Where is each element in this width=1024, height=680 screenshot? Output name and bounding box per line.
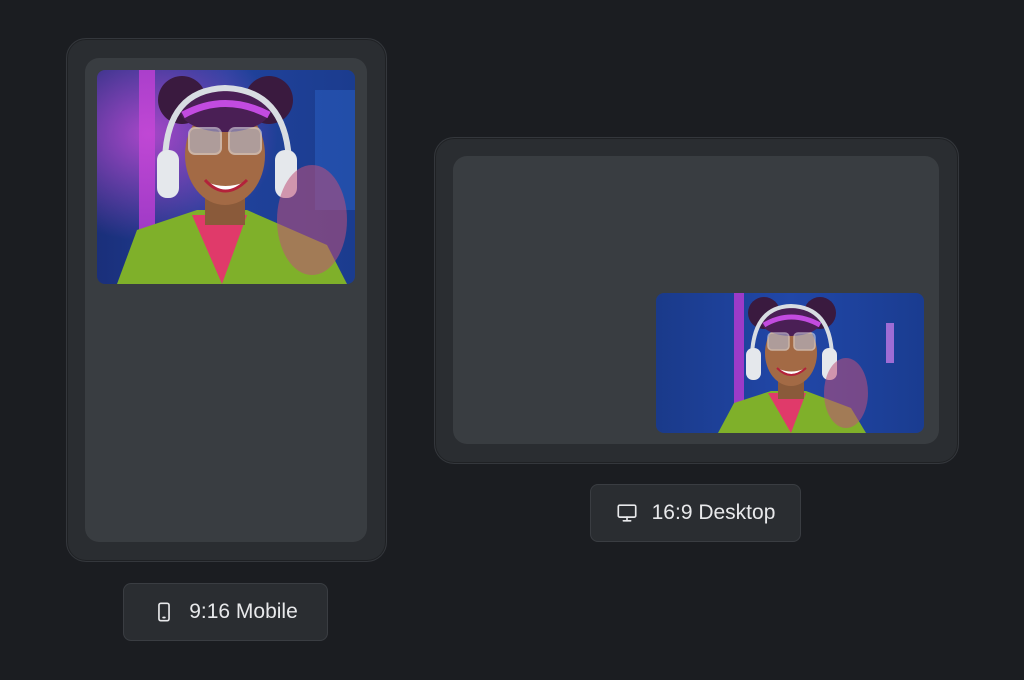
aspect-ratio-preview: 9:16 Mobile 16:9 Desktop	[0, 0, 1024, 680]
desktop-device-frame	[434, 137, 959, 464]
mobile-aspect-label: 9:16 Mobile	[189, 600, 298, 623]
mobile-screen	[85, 58, 367, 542]
desktop-aspect-label: 16:9 Desktop	[651, 501, 776, 524]
mobile-aspect-option[interactable]: 9:16 Mobile	[123, 583, 328, 641]
desktop-screen	[453, 156, 939, 444]
woman-headphones-image	[656, 293, 924, 433]
desktop-aspect-option[interactable]: 16:9 Desktop	[590, 484, 801, 542]
desktop-video-thumbnail[interactable]	[656, 293, 924, 433]
mobile-device-frame	[66, 38, 387, 562]
woman-headphones-image	[97, 70, 355, 284]
mobile-video-thumbnail[interactable]	[97, 70, 355, 284]
monitor-icon	[616, 502, 638, 524]
smartphone-icon	[153, 601, 175, 623]
